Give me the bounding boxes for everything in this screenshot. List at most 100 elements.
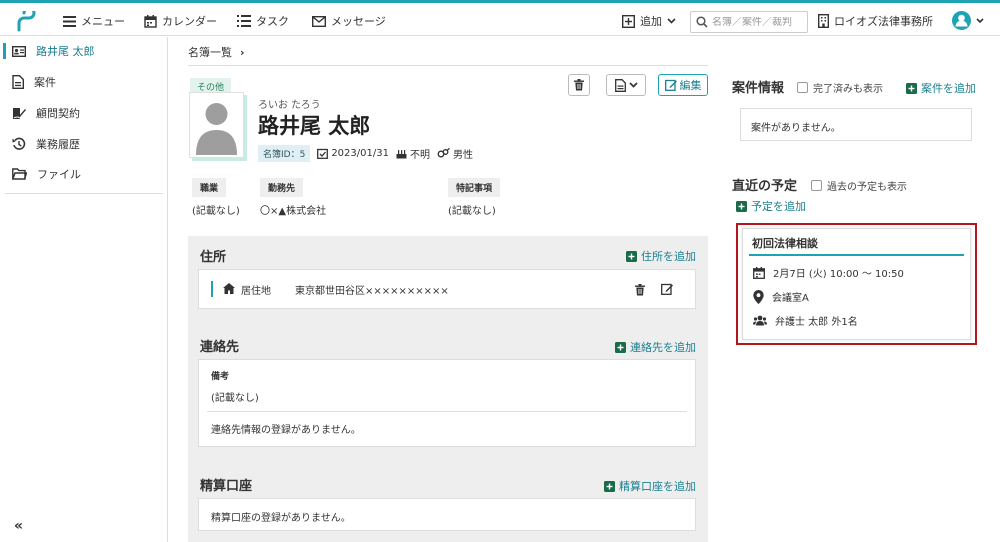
contact-title: 連絡先 bbox=[200, 340, 240, 355]
checkbox-box[interactable] bbox=[811, 180, 822, 191]
address-value: 東京都世田谷区×××××××××× bbox=[295, 286, 449, 297]
gender-icon bbox=[437, 148, 450, 159]
account-section: 精算口座 精算口座を追加 精算口座の登録がありません。 bbox=[188, 456, 708, 542]
collapse-sidebar-button[interactable]: « bbox=[14, 518, 23, 534]
delete-address-icon[interactable] bbox=[635, 284, 645, 296]
account-title: 精算口座 bbox=[200, 479, 253, 494]
message-button[interactable]: メッセージ bbox=[312, 13, 386, 29]
notes-value: (記載なし) bbox=[448, 206, 496, 217]
edit-label: 編集 bbox=[679, 79, 702, 92]
document-icon bbox=[12, 75, 24, 89]
add-case-link[interactable]: 案件を追加 bbox=[906, 80, 976, 96]
document-menu-button[interactable] bbox=[606, 74, 646, 96]
birthday-info: 不明 bbox=[396, 146, 430, 161]
address-accent-bar bbox=[211, 281, 213, 297]
app-logo-icon[interactable] bbox=[16, 11, 40, 33]
address-title: 住所 bbox=[200, 250, 227, 265]
search-input[interactable] bbox=[712, 16, 807, 28]
sidebar-item-label: 業務履歴 bbox=[36, 138, 80, 151]
search-icon bbox=[696, 16, 708, 28]
gender-info: 男性 bbox=[437, 146, 473, 161]
address-section: 住所 住所を追加 居住地 東京都世田谷区×××××××××× bbox=[188, 236, 708, 321]
memo-value: (記載なし) bbox=[211, 393, 259, 404]
sidebar-item-cases[interactable]: 案件 bbox=[12, 72, 56, 92]
sidebar-item-contracts[interactable]: 顧問契約 bbox=[12, 103, 80, 123]
sidebar-item-label: 案件 bbox=[34, 76, 56, 89]
event-card[interactable]: 初回法律相談 2月7日 (火) 10:00 ～ 10:50 会議室A 弁護士 太… bbox=[742, 228, 971, 340]
schedule-title: 直近の予定 bbox=[732, 179, 798, 194]
plus-square-icon bbox=[622, 14, 635, 28]
menu-button[interactable]: メニュー bbox=[63, 13, 125, 29]
location-pin-icon bbox=[753, 289, 764, 304]
contact-section: 連絡先 連絡先を追加 備考 (記載なし) 連絡先情報の登録がありません。 bbox=[188, 321, 708, 456]
calendar-icon bbox=[144, 14, 157, 28]
add-contact-link[interactable]: 連絡先を追加 bbox=[615, 339, 696, 355]
profile-meta: 名簿ID：5 2023/01/31 不明 男性 bbox=[258, 145, 473, 162]
event-accent-rule bbox=[749, 254, 964, 256]
menu-label: メニュー bbox=[81, 15, 125, 28]
sidebar-divider bbox=[5, 193, 163, 194]
show-completed-label: 完了済みも表示 bbox=[813, 84, 883, 95]
calendar-icon bbox=[753, 266, 765, 279]
sidebar: 路井尾 太郎 案件 顧問契約 業務履歴 ファイル « bbox=[0, 37, 168, 542]
sidebar-item-label: ファイル bbox=[37, 168, 81, 181]
contact-name: 路井尾 太郎 bbox=[258, 114, 371, 138]
edit-button[interactable]: 編集 bbox=[658, 74, 708, 96]
calendar-check-icon bbox=[317, 148, 329, 159]
gender-text: 男性 bbox=[452, 150, 473, 161]
plus-square-icon bbox=[906, 82, 917, 94]
office-selector[interactable]: ロイオズ法律事務所 bbox=[818, 13, 933, 29]
chevron-down-icon bbox=[628, 82, 638, 88]
active-indicator bbox=[3, 43, 6, 59]
name-kana: ろいお たろう bbox=[258, 100, 321, 111]
add-address-link[interactable]: 住所を追加 bbox=[626, 248, 696, 264]
plus-square-icon bbox=[626, 250, 637, 262]
event-datetime: 2月7日 (火) 10:00 ～ 10:50 bbox=[753, 265, 904, 280]
add-case-label: 案件を追加 bbox=[921, 82, 976, 95]
sidebar-item-history[interactable]: 業務履歴 bbox=[12, 134, 80, 154]
contact-box: 備考 (記載なし) 連絡先情報の登録がありません。 bbox=[198, 359, 696, 447]
search-box[interactable] bbox=[690, 11, 808, 33]
user-menu-button[interactable] bbox=[952, 11, 984, 30]
memo-label: 備考 bbox=[211, 372, 230, 382]
add-schedule-link[interactable]: 予定を追加 bbox=[736, 198, 806, 214]
task-button[interactable]: タスク bbox=[237, 13, 289, 29]
address-entry: 居住地 東京都世田谷区×××××××××× bbox=[198, 269, 696, 309]
event-attendees-text: 弁護士 太郎 外1名 bbox=[775, 317, 858, 328]
chevron-down-icon bbox=[976, 17, 984, 24]
cases-empty-box: 案件がありません。 bbox=[740, 108, 972, 141]
event-attendees: 弁護士 太郎 外1名 bbox=[753, 313, 858, 328]
person-silhouette-icon bbox=[190, 93, 243, 157]
cake-icon bbox=[396, 148, 407, 159]
show-past-label: 過去の予定も表示 bbox=[827, 182, 907, 193]
home-icon bbox=[223, 283, 235, 294]
calendar-button[interactable]: カレンダー bbox=[144, 13, 217, 29]
message-label: メッセージ bbox=[331, 15, 386, 28]
envelope-icon bbox=[312, 15, 326, 27]
event-location: 会議室A bbox=[753, 289, 809, 304]
sidebar-item-files[interactable]: ファイル bbox=[12, 164, 81, 184]
building-icon bbox=[818, 14, 829, 28]
address-type: 居住地 bbox=[241, 286, 271, 297]
users-icon bbox=[753, 315, 767, 326]
breadcrumb-contact-list[interactable]: 名簿一覧 bbox=[188, 44, 232, 60]
edit-address-icon[interactable] bbox=[661, 283, 673, 295]
contract-sign-icon bbox=[12, 107, 26, 120]
office-name: ロイオズ法律事務所 bbox=[834, 15, 933, 28]
hamburger-icon bbox=[63, 15, 76, 27]
show-past-checkbox[interactable]: 過去の予定も表示 bbox=[811, 178, 907, 193]
add-account-link[interactable]: 精算口座を追加 bbox=[604, 478, 696, 494]
show-completed-checkbox[interactable]: 完了済みも表示 bbox=[797, 80, 883, 95]
sidebar-item-label: 路井尾 太郎 bbox=[36, 45, 95, 58]
task-label: タスク bbox=[256, 15, 289, 28]
user-avatar-icon bbox=[952, 11, 971, 30]
delete-contact-button[interactable] bbox=[568, 74, 590, 96]
document-icon bbox=[614, 78, 626, 92]
checkbox-box[interactable] bbox=[797, 82, 808, 93]
history-icon bbox=[12, 137, 26, 151]
add-menu-button[interactable]: 追加 bbox=[622, 13, 676, 29]
sidebar-item-contact[interactable]: 路井尾 太郎 bbox=[12, 41, 95, 61]
plus-square-icon bbox=[604, 480, 615, 492]
event-title: 初回法律相談 bbox=[752, 237, 818, 250]
add-contact-label: 連絡先を追加 bbox=[630, 341, 696, 354]
